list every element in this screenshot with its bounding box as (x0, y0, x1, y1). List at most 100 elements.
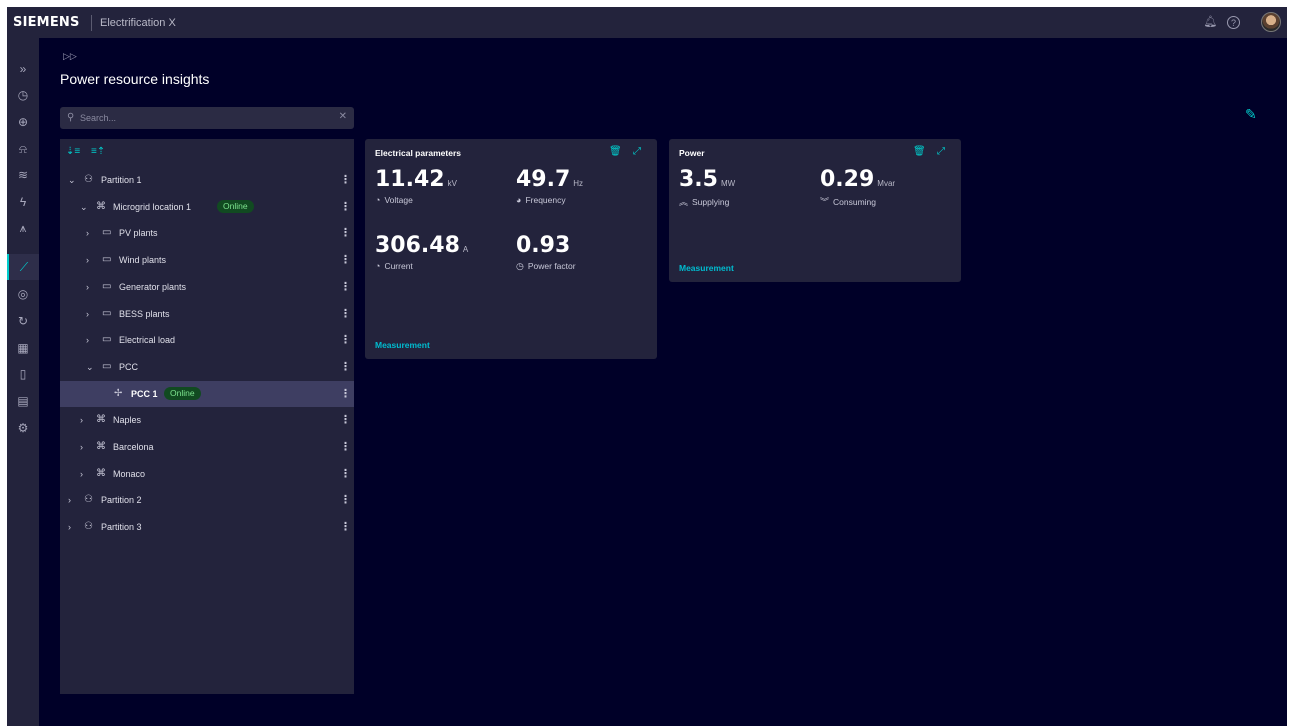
partition-icon: ⚇ (84, 174, 93, 185)
expand-icon[interactable]: ⤢ (937, 146, 945, 157)
tree-row[interactable]: › ▭ Generator plants ⋮ (60, 274, 354, 300)
cycle-icon[interactable]: ↻ (7, 308, 39, 334)
tree-row-label: PCC (119, 361, 139, 372)
bolt-icon[interactable]: ϟ (7, 189, 39, 215)
metric-value: 0.29 (820, 167, 875, 192)
chevron-down-icon[interactable]: ⌄ (68, 175, 76, 186)
more-options-icon[interactable]: ⋮ (340, 360, 351, 373)
metric-caption: Frequency (525, 195, 566, 205)
sort-ascending-icon[interactable]: ≡⇡ (91, 146, 105, 157)
tree-row[interactable]: ✢ PCC 1 Online ⋮ (60, 380, 354, 407)
metric-unit: Hz (573, 179, 584, 188)
layers-icon[interactable]: ≋ (7, 162, 39, 188)
more-options-icon[interactable]: ⋮ (340, 387, 351, 400)
expand-icon[interactable]: ⤢ (633, 146, 641, 157)
supplying-metric: 3.5 MW ︽ Supplying (679, 167, 735, 208)
tree-row[interactable]: › ▭ BESS plants ⋮ (60, 301, 354, 327)
tree-row[interactable]: › ▭ PV plants ⋮ (60, 220, 354, 246)
metric-caption: Power factor (527, 261, 576, 271)
status-badge: Online (217, 199, 254, 213)
chevron-right-icon[interactable]: › (86, 228, 89, 238)
tree-row-label: Generator plants (119, 281, 187, 292)
settings-icon[interactable]: ⚙ (7, 415, 39, 441)
more-options-icon[interactable]: ⋮ (340, 520, 351, 533)
bell-icon[interactable]: ⍾ (7, 136, 39, 162)
tree-row[interactable]: › ▭ Wind plants ⋮ (60, 247, 354, 273)
app-name: Electrification X (100, 17, 176, 29)
report-icon[interactable]: ▤ (7, 388, 39, 414)
tree-row[interactable]: › ▭ Electrical load ⋮ (60, 327, 354, 353)
document-icon[interactable]: ▯ (7, 361, 39, 387)
page-title: Power resource insights (60, 71, 210, 87)
tree-row[interactable]: ⌄ ⌘ Microgrid location 1 Online ⋮ (60, 194, 354, 220)
sort-descending-icon[interactable]: ⇣≡ (66, 146, 80, 157)
tree-row-label: Partition 1 (101, 175, 142, 185)
edit-pencil-icon[interactable]: ✎ (1245, 106, 1257, 123)
more-options-icon[interactable]: ⋮ (340, 440, 351, 453)
more-options-icon[interactable]: ⋮ (340, 200, 351, 213)
search-input[interactable] (80, 110, 330, 126)
tree-row-label: Partition 3 (101, 522, 142, 533)
tree-row[interactable]: › ⌘ Naples ⋮ (60, 407, 354, 433)
tree-row[interactable]: › ⚇ Partition 3 ⋮ (60, 514, 354, 540)
chevron-right-icon[interactable]: › (80, 442, 83, 452)
tree-row[interactable]: ⌄ ▭ PCC ⋮ (60, 354, 354, 380)
sort-controls: ⇣≡ ≡⇡ (66, 146, 113, 157)
folder-icon: ▭ (102, 227, 112, 239)
tree-row-label: BESS plants (119, 308, 170, 319)
tree-row[interactable]: › ⌘ Barcelona ⋮ (60, 434, 354, 460)
more-options-icon[interactable]: ⋮ (340, 413, 351, 426)
more-options-icon[interactable]: ⋮ (340, 173, 351, 186)
tree-row-label: Wind plants (119, 255, 167, 266)
tree-row-label: Partition 2 (101, 495, 142, 506)
more-options-icon[interactable]: ⋮ (340, 333, 351, 346)
microgrid-icon: ⌘ (96, 200, 106, 212)
more-options-icon[interactable]: ⋮ (340, 307, 351, 320)
metric-value: 3.5 (679, 167, 718, 192)
folder-icon: ▭ (102, 360, 112, 372)
chevron-right-icon[interactable]: › (86, 309, 89, 319)
folder-icon: ▭ (102, 307, 112, 319)
more-options-icon[interactable]: ⋮ (340, 280, 351, 293)
chevron-down-icon[interactable]: ⌄ (80, 202, 88, 213)
left-navigation: » ◷ ⊕ ⍾ ≋ ϟ ⩚ ⟋ ◎ ↻ ▦ ▯ ▤ ⚙ (7, 38, 39, 726)
chevron-right-icon[interactable]: › (80, 469, 83, 479)
delete-icon[interactable]: 🗑︎ (609, 146, 622, 157)
tree-row[interactable]: ⌄ ⚇ Partition 1 ⋮ (60, 167, 354, 193)
tree-row[interactable]: › ⌘ Monaco ⋮ (60, 461, 354, 487)
partition-icon: ⚇ (84, 494, 93, 506)
calendar-icon[interactable]: ▦ (7, 335, 39, 361)
more-options-icon[interactable]: ⋮ (340, 226, 351, 239)
partition-icon: ⚇ (84, 521, 93, 533)
delete-icon[interactable]: 🗑︎ (913, 146, 926, 157)
more-options-icon[interactable]: ⋮ (340, 253, 351, 266)
chevron-right-icon[interactable]: › (86, 282, 89, 292)
chart-icon[interactable]: ⟋ (7, 254, 39, 280)
globe-icon[interactable]: ⊕ (7, 109, 39, 135)
expand-icon[interactable]: » (7, 56, 39, 82)
measurement-link[interactable]: Measurement (375, 340, 430, 350)
power-factor-metric: 0.93 ◷ Power factor (516, 233, 576, 272)
bell-icon[interactable]: 🔔︎ (1203, 15, 1218, 30)
tower-icon[interactable]: ⩚ (7, 215, 39, 241)
help-icon[interactable]: ? (1227, 16, 1240, 29)
metric-value: 0.93 (516, 233, 571, 258)
chevron-right-icon[interactable]: › (80, 415, 83, 425)
breadcrumb-expand-icon[interactable]: ▷▷ (63, 51, 77, 62)
tree-row[interactable]: › ⚇ Partition 2 ⋮ (60, 487, 354, 513)
metric-unit: MW (720, 179, 736, 188)
chevron-right-icon[interactable]: › (68, 522, 71, 532)
app-frame: SIEMENS Electrification X 🔔︎ ? » ◷ ⊕ ⍾ ≋ ϟ ⩚ ⟋ ◎… (7, 7, 1287, 726)
clock-icon[interactable]: ◷ (7, 82, 39, 108)
chevron-right-icon[interactable]: › (86, 255, 89, 265)
more-options-icon[interactable]: ⋮ (340, 467, 351, 480)
avatar[interactable] (1261, 12, 1281, 32)
more-options-icon[interactable]: ⋮ (340, 493, 351, 506)
chevron-right-icon[interactable]: › (86, 335, 89, 345)
clear-search-icon[interactable]: ✕ (339, 111, 347, 122)
electrical-parameters-card: Electrical parameters 🗑︎ ⤢ 11.42 kV ◔ Volt… (365, 139, 657, 359)
chevron-down-icon[interactable]: ⌄ (86, 362, 94, 373)
gauge-icon[interactable]: ◎ (7, 281, 39, 307)
chevron-right-icon[interactable]: › (68, 495, 71, 505)
measurement-link[interactable]: Measurement (679, 263, 734, 273)
